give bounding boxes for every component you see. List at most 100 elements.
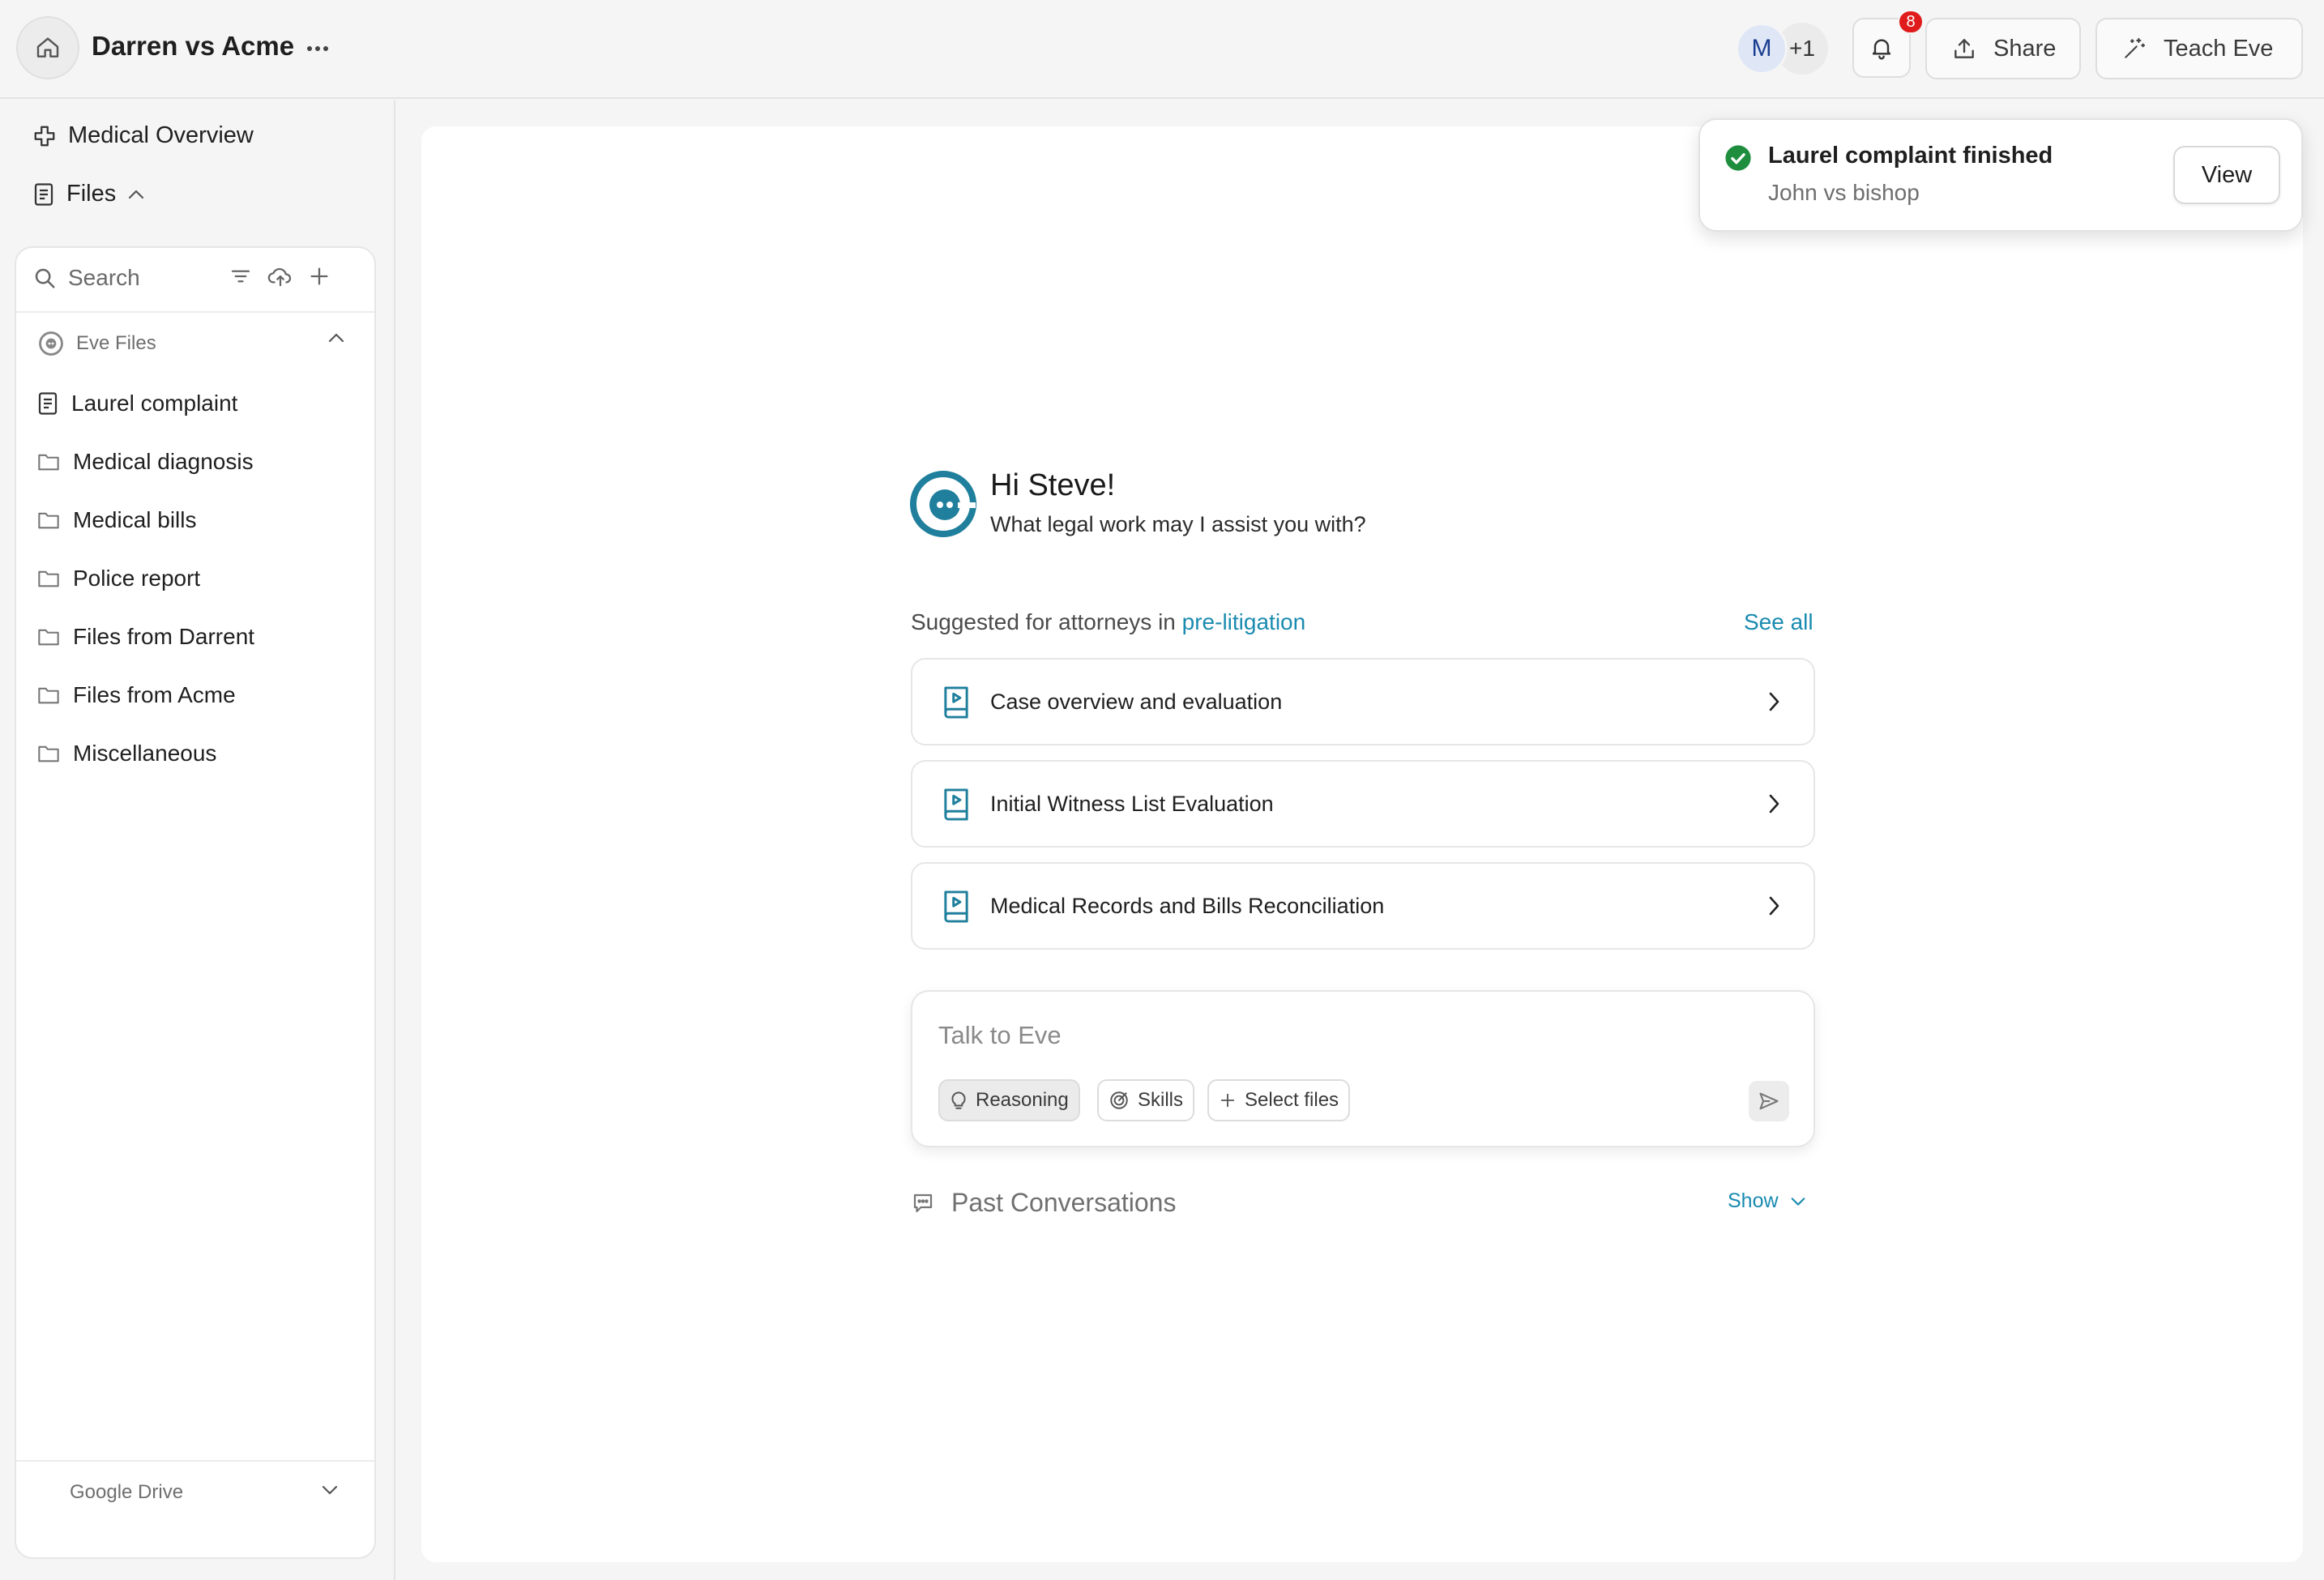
past-conversations-label: Past Conversations xyxy=(951,1188,1177,1217)
chevron-up-icon xyxy=(127,189,145,200)
folder-item-files-from-acme[interactable]: Files from Acme xyxy=(37,682,236,708)
past-conversations-header: Past Conversations xyxy=(911,1188,1176,1218)
home-button[interactable] xyxy=(16,16,79,79)
folder-item-label: Police report xyxy=(73,566,201,591)
sidebar-item-medical-overview[interactable]: Medical Overview xyxy=(32,122,254,149)
google-drive-section[interactable]: Google Drive xyxy=(70,1481,183,1504)
folder-icon xyxy=(37,568,60,589)
sidebar-item-label: Files xyxy=(66,181,117,207)
practice-area-link[interactable]: pre-litigation xyxy=(1182,609,1306,634)
sidebar-divider xyxy=(394,100,395,1580)
suggestion-card[interactable]: Case overview and evaluation xyxy=(911,658,1815,745)
eve-files-section-header[interactable]: Eve Files xyxy=(37,327,345,360)
eve-files-label: Eve Files xyxy=(76,332,156,354)
folder-icon xyxy=(37,510,60,531)
home-icon xyxy=(35,35,61,61)
plus-icon[interactable] xyxy=(308,265,331,288)
file-item-laurel-complaint[interactable]: Laurel complaint xyxy=(37,391,237,416)
video-book-icon xyxy=(940,786,972,823)
chevron-down-icon xyxy=(1790,1196,1806,1207)
send-icon xyxy=(1758,1090,1780,1112)
see-all-link[interactable]: See all xyxy=(1744,609,1813,635)
chat-input[interactable]: Talk to Eve xyxy=(938,1021,1062,1050)
file-actions xyxy=(229,264,331,288)
share-button[interactable]: Share xyxy=(1925,18,2081,79)
notification-badge: 8 xyxy=(1898,10,1924,34)
toast-subtitle: John vs bishop xyxy=(1768,180,1920,205)
view-button[interactable]: View xyxy=(2173,146,2280,204)
greeting-subtitle: What legal work may I assist you with? xyxy=(990,512,1366,536)
files-panel xyxy=(15,246,376,1559)
suggestion-card[interactable]: Initial Witness List Evaluation xyxy=(911,760,1815,848)
folder-item-label: Medical bills xyxy=(73,507,197,532)
folder-icon xyxy=(37,743,60,764)
ellipsis-icon xyxy=(306,45,329,52)
case-title: Darren vs Acme xyxy=(92,31,295,61)
suggestion-card[interactable]: Medical Records and Bills Reconciliation xyxy=(911,862,1815,950)
show-past-conversations-button[interactable]: Show xyxy=(1728,1189,1806,1213)
show-label: Show xyxy=(1728,1189,1779,1212)
sidebar-item-label: Medical Overview xyxy=(68,122,254,148)
search-icon xyxy=(32,266,57,290)
reasoning-label: Reasoning xyxy=(976,1089,1069,1111)
search-placeholder: Search xyxy=(68,265,140,290)
target-icon xyxy=(1109,1090,1130,1111)
chat-bubble-icon xyxy=(911,1191,935,1215)
collaborators[interactable]: M +1 xyxy=(1736,23,1828,75)
suggested-prefix: Suggested for attorneys in xyxy=(911,609,1182,634)
video-book-icon xyxy=(940,684,972,721)
document-icon xyxy=(37,391,58,416)
suggestion-label: Case overview and evaluation xyxy=(990,689,1283,714)
divider xyxy=(16,311,374,313)
more-options-button[interactable] xyxy=(300,34,335,63)
send-button[interactable] xyxy=(1749,1081,1789,1121)
file-item-label: Laurel complaint xyxy=(71,391,238,416)
greeting-title: Hi Steve! xyxy=(990,468,1116,502)
chevron-up-icon[interactable] xyxy=(327,332,345,344)
folder-item-medical-bills[interactable]: Medical bills xyxy=(37,507,197,533)
filter-icon[interactable] xyxy=(229,264,253,288)
lightbulb-icon xyxy=(950,1090,968,1111)
select-files-label: Select files xyxy=(1245,1089,1339,1111)
divider xyxy=(16,1460,374,1462)
folder-item-police-report[interactable]: Police report xyxy=(37,566,200,591)
cloud-upload-icon[interactable] xyxy=(267,264,293,288)
chat-composer: Talk to Eve Reasoning Skills Select file… xyxy=(911,990,1815,1147)
plus-icon xyxy=(1219,1091,1237,1109)
folder-item-label: Files from Darrent xyxy=(73,624,255,649)
chevron-down-icon[interactable] xyxy=(321,1484,339,1496)
folder-item-files-from-darrent[interactable]: Files from Darrent xyxy=(37,624,254,650)
teach-eve-label: Teach Eve xyxy=(2164,35,2274,62)
toast-title: Laurel complaint finished xyxy=(1768,143,2053,169)
sidebar-item-files[interactable]: Files xyxy=(32,181,145,207)
folder-item-label: Medical diagnosis xyxy=(73,449,254,474)
select-files-button[interactable]: Select files xyxy=(1207,1079,1351,1121)
share-label: Share xyxy=(1993,35,2057,62)
skills-button[interactable]: Skills xyxy=(1097,1079,1195,1121)
top-bar: Darren vs Acme M +1 8 Share Teach Eve xyxy=(0,0,2324,99)
eve-logo-icon xyxy=(909,470,977,538)
suggested-label: Suggested for attorneys in pre-litigatio… xyxy=(911,609,1305,635)
reasoning-toggle[interactable]: Reasoning xyxy=(938,1079,1080,1121)
folder-icon xyxy=(37,451,60,472)
document-icon xyxy=(32,182,55,207)
chevron-right-icon xyxy=(1766,690,1781,713)
video-book-icon xyxy=(940,888,972,925)
skills-label: Skills xyxy=(1138,1089,1184,1111)
avatar[interactable]: M xyxy=(1736,23,1788,75)
folder-item-label: Miscellaneous xyxy=(73,741,217,766)
folder-item-medical-diagnosis[interactable]: Medical diagnosis xyxy=(37,449,254,475)
magic-wand-icon xyxy=(2121,36,2147,62)
bell-icon xyxy=(1869,35,1895,61)
chevron-right-icon xyxy=(1766,895,1781,917)
chevron-right-icon xyxy=(1766,792,1781,815)
folder-icon xyxy=(37,626,60,647)
folder-item-miscellaneous[interactable]: Miscellaneous xyxy=(37,741,216,767)
medical-cross-icon xyxy=(32,124,57,148)
notification-toast: Laurel complaint finished John vs bishop… xyxy=(1698,118,2303,232)
teach-eve-button[interactable]: Teach Eve xyxy=(2095,18,2303,79)
eve-logo-icon xyxy=(37,330,65,357)
suggestion-label: Initial Witness List Evaluation xyxy=(990,791,1274,816)
folder-icon xyxy=(37,685,60,706)
upload-icon xyxy=(1951,36,1977,62)
